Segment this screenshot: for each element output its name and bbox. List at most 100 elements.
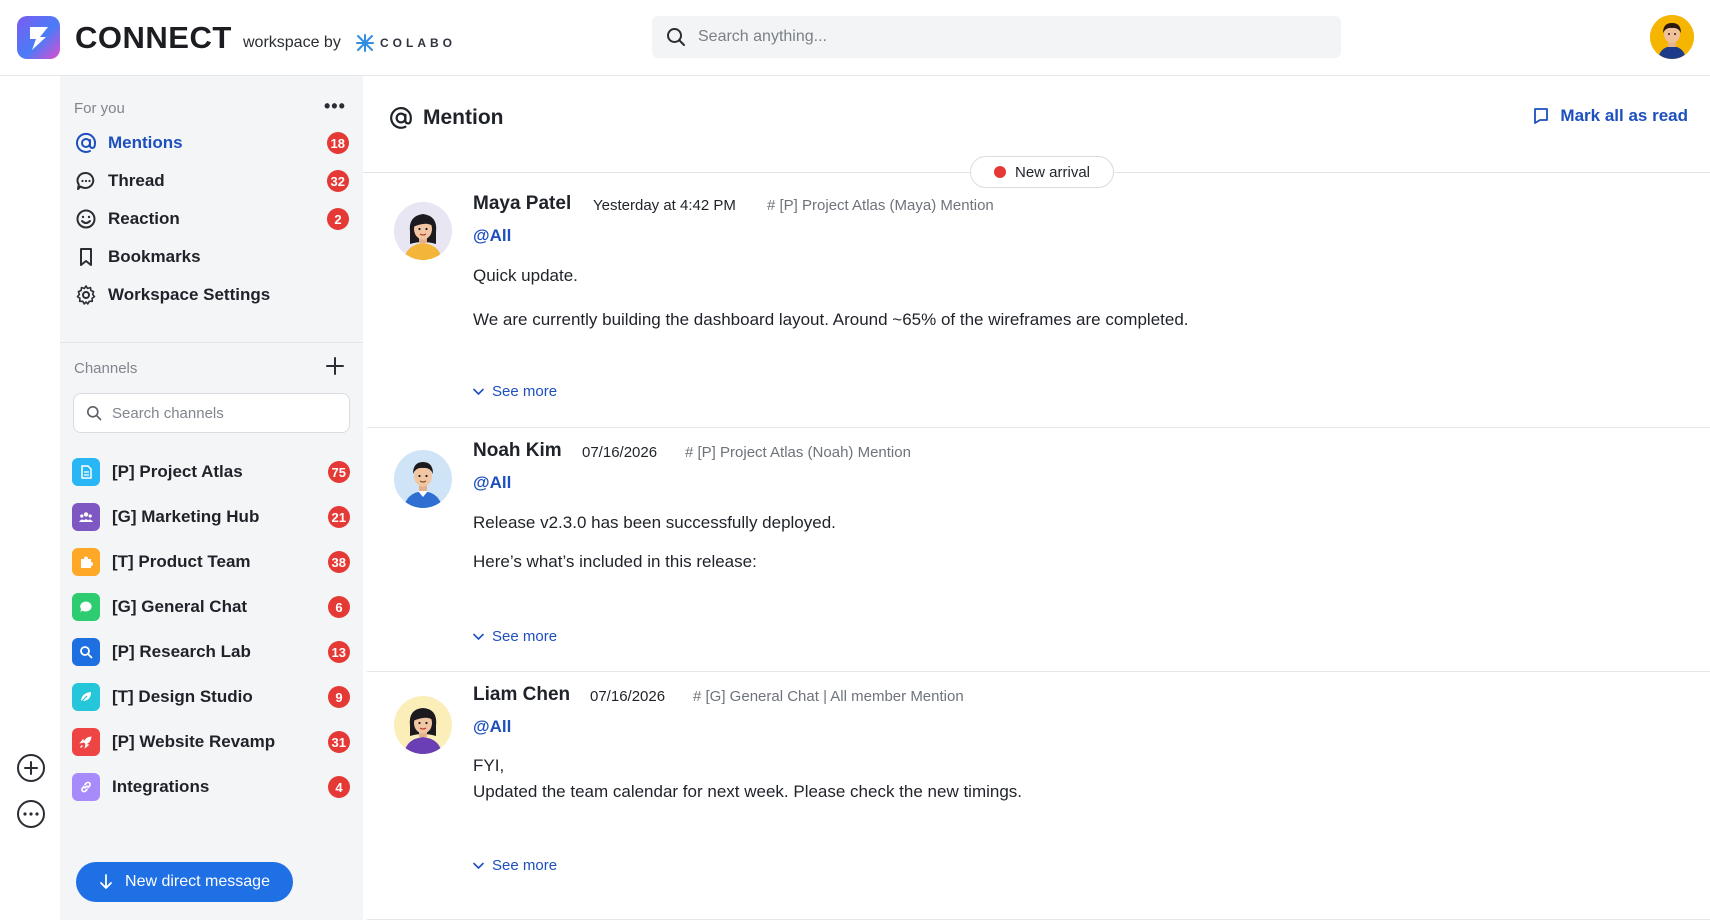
chevron-down-icon xyxy=(473,633,484,640)
gear-icon xyxy=(74,283,98,307)
for-you-more-icon[interactable]: ••• xyxy=(324,96,346,117)
sidebar-item-workspace-settings[interactable]: Workspace Settings xyxy=(74,280,349,310)
brand-subtitle: workspace by xyxy=(243,34,341,51)
mark-all-read-button[interactable]: Mark all as read xyxy=(1532,106,1688,126)
channel-label: [P] Project Atlas xyxy=(112,462,243,481)
magnifier-icon xyxy=(72,638,100,666)
message-channel[interactable]: # [P] Project Atlas (Noah) Mention xyxy=(685,444,911,461)
global-search-input[interactable] xyxy=(698,28,1298,46)
brand-name: CONNECT xyxy=(75,20,232,55)
channel-unread-badge: 4 xyxy=(328,776,350,798)
sidebar-item-mentions[interactable]: Mentions 18 xyxy=(74,128,349,158)
channel-unread-badge: 21 xyxy=(327,506,350,528)
arrow-down-icon xyxy=(100,874,112,889)
new-arrival-pill[interactable]: New arrival xyxy=(970,156,1114,188)
see-more-link[interactable]: See more xyxy=(473,383,557,400)
message-timestamp: Yesterday at 4:42 PM xyxy=(593,197,736,214)
message-author[interactable]: Liam Chen xyxy=(473,684,570,706)
message-channel[interactable]: # [G] General Chat | All member Mention xyxy=(693,688,964,705)
sidebar-item-label: Thread xyxy=(108,171,165,190)
channel-item-general-chat[interactable]: [G] General Chat 6 xyxy=(72,592,350,622)
search-icon xyxy=(87,406,102,421)
page-title: Mention xyxy=(389,106,503,130)
channel-label: [P] Website Revamp xyxy=(112,732,276,751)
search-icon xyxy=(667,28,685,46)
more-options-button[interactable] xyxy=(17,800,45,828)
channel-item-design-studio[interactable]: [T] Design Studio 9 xyxy=(72,682,350,712)
for-you-heading: For you xyxy=(74,100,125,117)
channel-item-marketing-hub[interactable]: [G] Marketing Hub 21 xyxy=(72,502,350,532)
at-icon xyxy=(74,131,98,155)
channel-unread-badge: 9 xyxy=(328,686,350,708)
at-icon xyxy=(390,107,412,129)
reaction-count-badge: 2 xyxy=(327,208,349,230)
rocket-icon xyxy=(72,728,100,756)
chat-bubble-icon xyxy=(74,169,98,193)
mentions-count-badge: 18 xyxy=(326,132,349,154)
add-workspace-button[interactable] xyxy=(17,754,45,782)
sidebar-item-label: Reaction xyxy=(108,209,180,228)
new-direct-message-button[interactable]: New direct message xyxy=(76,862,293,902)
avatar[interactable] xyxy=(394,202,452,260)
message-divider xyxy=(367,427,1710,428)
channel-label: [T] Product Team xyxy=(112,552,251,571)
plus-icon xyxy=(326,357,344,375)
channel-item-product-team[interactable]: [T] Product Team 38 xyxy=(72,547,350,577)
mention-tag[interactable]: @All xyxy=(473,717,511,737)
channel-label: Integrations xyxy=(112,777,210,796)
chat-icon xyxy=(72,593,100,621)
sidebar-item-bookmarks[interactable]: Bookmarks xyxy=(74,242,349,272)
channel-unread-badge: 38 xyxy=(327,551,350,573)
channel-unread-badge: 6 xyxy=(328,596,350,618)
channels-heading: Channels xyxy=(74,360,138,377)
message-author[interactable]: Maya Patel xyxy=(473,193,571,215)
channel-label: [G] General Chat xyxy=(112,597,248,616)
new-direct-message-label: New direct message xyxy=(125,873,270,890)
new-arrival-label: New arrival xyxy=(1014,163,1090,181)
message-channel[interactable]: # [P] Project Atlas (Maya) Mention xyxy=(767,197,994,214)
chevron-down-icon xyxy=(473,388,484,395)
mention-tag[interactable]: @All xyxy=(473,226,511,246)
connect-logo-icon[interactable] xyxy=(17,16,60,59)
channel-item-project-atlas[interactable]: [P] Project Atlas 75 xyxy=(72,457,350,487)
mention-tag[interactable]: @All xyxy=(473,473,511,493)
puzzle-icon xyxy=(72,548,100,576)
channel-item-research-lab[interactable]: [P] Research Lab 13 xyxy=(72,637,350,667)
sidebar-item-thread[interactable]: Thread 32 xyxy=(74,166,349,196)
user-avatar[interactable] xyxy=(1650,15,1694,59)
sidebar: For you ••• Mentions 18 Thread 32 Reacti… xyxy=(60,76,363,920)
channel-search[interactable] xyxy=(73,393,350,433)
partner-name: COLABO xyxy=(380,36,456,50)
thread-count-badge: 32 xyxy=(326,170,349,192)
channel-item-website-revamp[interactable]: [P] Website Revamp 31 xyxy=(72,727,350,757)
link-icon xyxy=(72,773,100,801)
sidebar-item-reaction[interactable]: Reaction 2 xyxy=(74,204,349,234)
plus-icon xyxy=(24,761,38,775)
channel-unread-badge: 13 xyxy=(327,641,350,663)
see-more-label: See more xyxy=(492,383,558,400)
global-search[interactable] xyxy=(652,16,1341,58)
leaf-icon xyxy=(72,683,100,711)
message-divider xyxy=(367,671,1710,672)
message-line: Here’s what’s included in this release: xyxy=(473,552,757,571)
more-dots-icon xyxy=(23,812,39,816)
channel-search-input[interactable] xyxy=(112,404,332,422)
smiley-icon xyxy=(74,207,98,231)
see-more-label: See more xyxy=(492,857,558,874)
see-more-link[interactable]: See more xyxy=(473,857,557,874)
message-author[interactable]: Noah Kim xyxy=(473,440,562,462)
sidebar-item-label: Bookmarks xyxy=(108,247,201,266)
mark-all-read-label: Mark all as read xyxy=(1560,106,1688,125)
see-more-link[interactable]: See more xyxy=(473,628,557,645)
left-rail xyxy=(0,76,60,920)
channel-unread-badge: 31 xyxy=(327,731,350,753)
message-line: Quick update. xyxy=(473,266,578,285)
message-line: FYI, xyxy=(473,756,505,775)
channel-item-integrations[interactable]: Integrations 4 xyxy=(72,772,350,802)
avatar[interactable] xyxy=(394,696,452,754)
avatar[interactable] xyxy=(394,450,452,508)
main-panel: Mention Mark all as read New arrival May… xyxy=(363,76,1710,920)
see-more-label: See more xyxy=(492,628,558,645)
channel-label: [P] Research Lab xyxy=(112,642,251,661)
add-channel-button[interactable] xyxy=(324,355,346,377)
